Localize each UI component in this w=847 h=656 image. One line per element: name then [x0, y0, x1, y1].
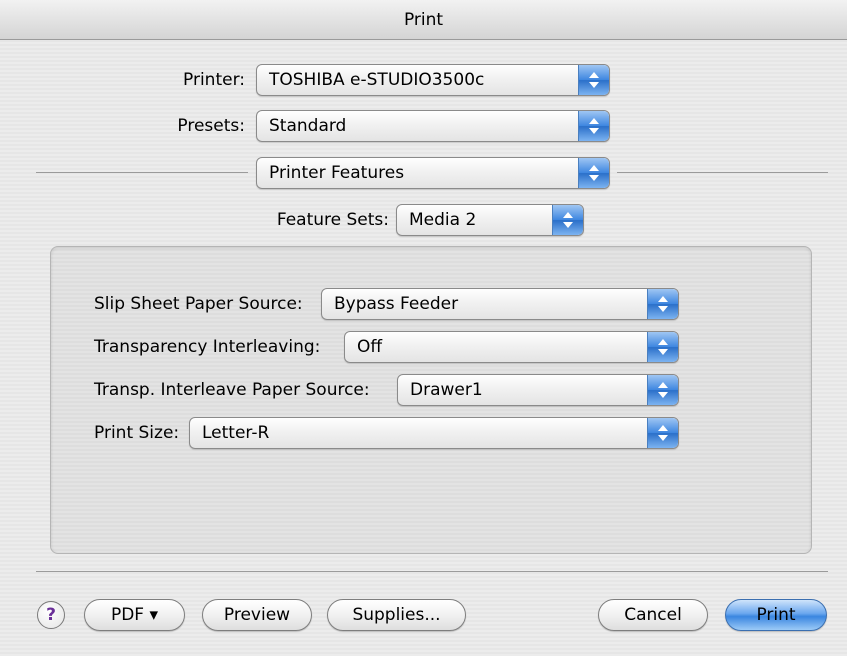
presets-value: Standard	[269, 116, 347, 136]
transparency-label: Transparency Interleaving:	[94, 337, 321, 357]
print-button[interactable]: Print	[725, 599, 827, 631]
window-title: Print	[403, 10, 444, 30]
panel-selector-value: Printer Features	[269, 163, 405, 183]
preview-button[interactable]: Preview	[202, 599, 312, 631]
printer-label: Printer:	[183, 70, 245, 90]
up-down-arrows-icon	[578, 65, 609, 95]
help-icon[interactable]: ?	[37, 601, 65, 629]
presets-popup[interactable]: Standard	[256, 110, 610, 142]
panel-selector-popup[interactable]: Printer Features	[256, 157, 610, 189]
up-down-arrows-icon	[647, 332, 678, 362]
supplies-button[interactable]: Supplies...	[327, 599, 466, 631]
printer-popup[interactable]: TOSHIBA e-STUDIO3500c	[256, 64, 610, 96]
up-down-arrows-icon	[647, 375, 678, 405]
slip-sheet-popup[interactable]: Bypass Feeder	[321, 288, 679, 320]
cancel-button[interactable]: Cancel	[598, 599, 708, 631]
feature-sets-popup[interactable]: Media 2	[396, 204, 584, 236]
separator-right	[617, 172, 828, 173]
up-down-arrows-icon	[552, 205, 583, 235]
print-size-popup[interactable]: Letter-R	[189, 417, 679, 449]
feature-sets-label: Feature Sets:	[276, 210, 389, 230]
presets-label: Presets:	[177, 116, 245, 136]
up-down-arrows-icon	[578, 111, 609, 141]
bottom-separator	[36, 571, 828, 572]
slip-sheet-value: Bypass Feeder	[334, 294, 459, 314]
print-size-label: Print Size:	[94, 423, 180, 443]
transp-source-label: Transp. Interleave Paper Source:	[94, 380, 370, 400]
transparency-popup[interactable]: Off	[344, 331, 679, 363]
transp-source-value: Drawer1	[410, 380, 483, 400]
slip-sheet-label: Slip Sheet Paper Source:	[94, 294, 303, 314]
print-size-value: Letter-R	[202, 423, 270, 443]
feature-sets-value: Media 2	[409, 210, 477, 230]
up-down-arrows-icon	[578, 158, 609, 188]
transp-source-popup[interactable]: Drawer1	[397, 374, 679, 406]
up-down-arrows-icon	[647, 418, 678, 448]
printer-value: TOSHIBA e-STUDIO3500c	[269, 70, 485, 90]
transparency-value: Off	[357, 337, 383, 357]
separator-left	[36, 172, 248, 173]
pdf-button[interactable]: PDF ▾	[84, 599, 185, 631]
window-titlebar: Print	[0, 0, 847, 40]
up-down-arrows-icon	[647, 289, 678, 319]
